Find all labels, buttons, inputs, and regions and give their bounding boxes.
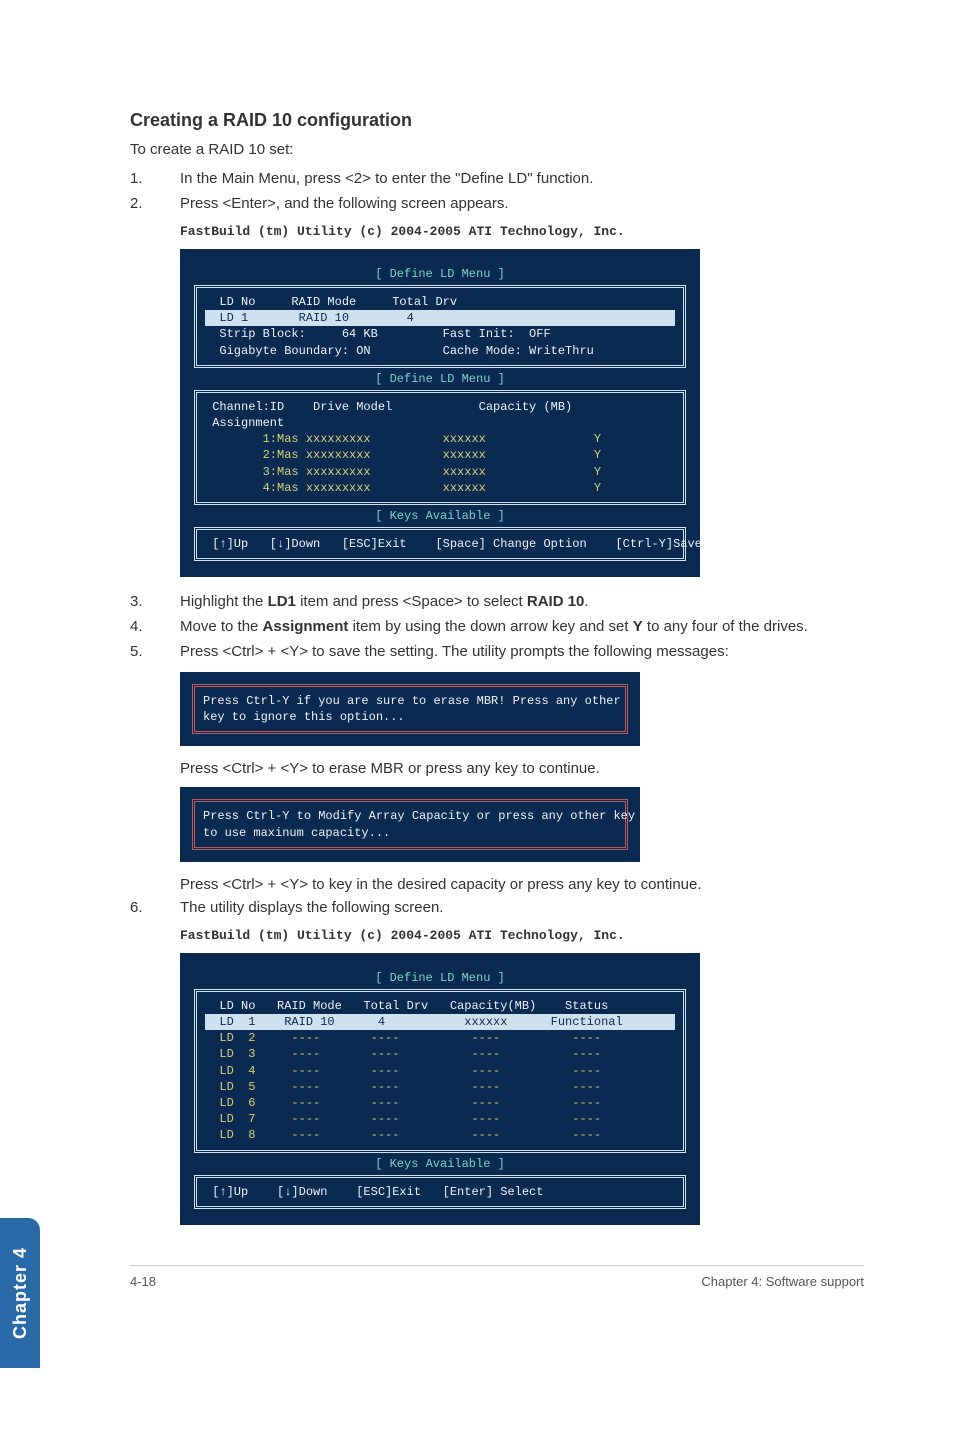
step-text: Move to the Assignment item by using the… xyxy=(180,616,864,637)
params: Strip Block: 64 KB Fast Init: OFF Gigaby… xyxy=(205,326,675,358)
text: Move to the xyxy=(180,618,263,635)
text: item by using the down arrow key and set xyxy=(348,618,632,635)
step-number: 3. xyxy=(130,591,180,612)
bold-term: Y xyxy=(633,618,643,635)
steps-list: 6. The utility displays the following sc… xyxy=(130,897,864,918)
terminal-message-2: Press Ctrl-Y to Modify Array Capacity or… xyxy=(180,787,640,861)
message-text: Press Ctrl-Y if you are sure to erase MB… xyxy=(203,693,617,725)
terminal-message-1: Press Ctrl-Y if you are sure to erase MB… xyxy=(180,672,640,746)
section-heading: Creating a RAID 10 configuration xyxy=(130,110,864,131)
step-text: Highlight the LD1 item and press <Space>… xyxy=(180,591,864,612)
step-number: 5. xyxy=(130,641,180,662)
step-number: 4. xyxy=(130,616,180,637)
drive-rows: 1:Mas xxxxxxxxx xxxxxx Y 2:Mas xxxxxxxxx… xyxy=(205,431,675,496)
menu-caption: [ Define LD Menu ] xyxy=(194,267,686,281)
step-number: 6. xyxy=(130,897,180,918)
sub-instruction: Press <Ctrl> + <Y> to erase MBR or press… xyxy=(180,760,864,777)
menu-caption: [ Define LD Menu ] xyxy=(194,971,686,985)
text: Highlight the xyxy=(180,593,268,610)
key-hints: [↑]Up [↓]Down [ESC]Exit [Enter] Select xyxy=(205,1184,675,1200)
step-text: In the Main Menu, press <2> to enter the… xyxy=(180,168,864,189)
key-hints: [↑]Up [↓]Down [ESC]Exit [Space] Change O… xyxy=(205,536,675,552)
side-tab-label: Chapter 4 xyxy=(10,1247,31,1339)
bold-term: RAID 10 xyxy=(527,593,585,610)
keys-caption: [ Keys Available ] xyxy=(194,509,686,523)
step-number: 1. xyxy=(130,168,180,189)
step-text: The utility displays the following scree… xyxy=(180,897,864,918)
step-text: Press <Enter>, and the following screen … xyxy=(180,193,864,214)
text: to any four of the drives. xyxy=(643,618,808,635)
step-text: Press <Ctrl> + <Y> to save the setting. … xyxy=(180,641,864,662)
sub-instruction: Press <Ctrl> + <Y> to key in the desired… xyxy=(180,876,864,893)
terminal-title: FastBuild (tm) Utility (c) 2004-2005 ATI… xyxy=(180,224,864,239)
intro-text: To create a RAID 10 set: xyxy=(130,141,864,158)
terminal-screen-2: [ Define LD Menu ] LD No RAID Mode Total… xyxy=(180,953,700,1225)
menu-caption: [ Define LD Menu ] xyxy=(194,372,686,386)
ld-rows: LD 2 ---- ---- ---- ---- LD 3 ---- ---- … xyxy=(205,1030,675,1143)
column-headers: Channel:ID Drive Model Capacity (MB) Ass… xyxy=(205,399,675,431)
selected-row: LD 1 RAID 10 4 xxxxxx Functional xyxy=(205,1014,675,1030)
text: item and press <Space> to select xyxy=(296,593,527,610)
table-header: LD No RAID Mode Total Drv xyxy=(205,294,675,310)
terminal-title: FastBuild (tm) Utility (c) 2004-2005 ATI… xyxy=(180,928,864,943)
terminal-screen-1: [ Define LD Menu ] LD No RAID Mode Total… xyxy=(180,249,700,577)
text: . xyxy=(584,593,588,610)
steps-list: 1. In the Main Menu, press <2> to enter … xyxy=(130,168,864,214)
step-number: 2. xyxy=(130,193,180,214)
steps-list: 3. Highlight the LD1 item and press <Spa… xyxy=(130,591,864,662)
side-tab: Chapter 4 xyxy=(0,1218,40,1368)
chapter-label: Chapter 4: Software support xyxy=(701,1274,864,1289)
selected-row: LD 1 RAID 10 4 xyxy=(205,310,675,326)
page-number: 4-18 xyxy=(130,1274,156,1289)
bold-term: LD1 xyxy=(268,593,296,610)
page-footer: 4-18 Chapter 4: Software support xyxy=(130,1265,864,1289)
message-text: Press Ctrl-Y to Modify Array Capacity or… xyxy=(203,808,617,840)
table-header: LD No RAID Mode Total Drv Capacity(MB) S… xyxy=(205,998,675,1014)
keys-caption: [ Keys Available ] xyxy=(194,1157,686,1171)
bold-term: Assignment xyxy=(263,618,349,635)
